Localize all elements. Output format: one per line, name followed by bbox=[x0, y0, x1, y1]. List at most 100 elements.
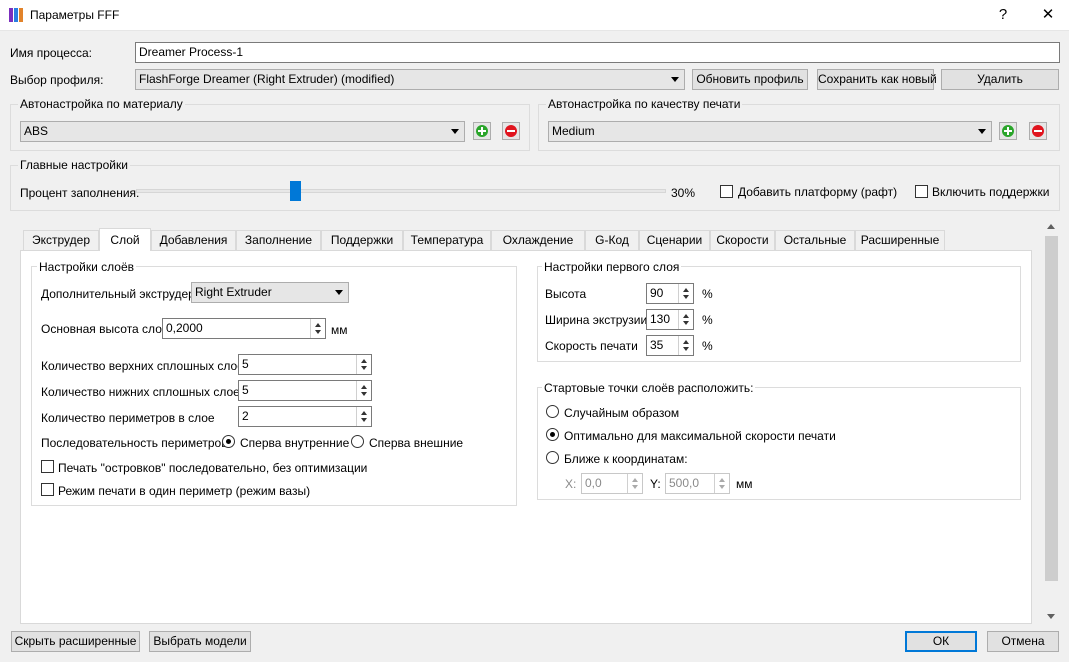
cancel-button[interactable]: Отмена bbox=[987, 631, 1059, 652]
infill-label: Процент заполнения: bbox=[20, 186, 140, 200]
process-name-input[interactable]: Dreamer Process-1 bbox=[135, 42, 1060, 63]
spinner-icon[interactable] bbox=[678, 336, 693, 355]
plus-icon bbox=[1002, 125, 1014, 137]
first-layer-title: Настройки первого слоя bbox=[542, 260, 682, 274]
spinner-icon[interactable] bbox=[714, 474, 729, 493]
spinner-icon[interactable] bbox=[678, 284, 693, 303]
main-settings-group bbox=[10, 165, 1060, 211]
start-optimal-label: Оптимально для максимальной скорости печ… bbox=[564, 429, 836, 443]
infill-slider-track[interactable] bbox=[136, 189, 666, 193]
spinner-icon[interactable] bbox=[356, 407, 371, 426]
first-width-unit: % bbox=[702, 313, 713, 327]
profile-select[interactable]: FlashForge Dreamer (Right Extruder) (mod… bbox=[135, 69, 685, 90]
perimeters-input[interactable]: 2 bbox=[238, 406, 372, 427]
first-speed-input[interactable]: 35 bbox=[646, 335, 694, 356]
infill-value: 30% bbox=[671, 186, 696, 200]
sequence-outer-radio[interactable] bbox=[351, 435, 364, 448]
y-coord-label: Y: bbox=[650, 477, 661, 491]
remove-quality-button[interactable] bbox=[1029, 122, 1047, 140]
vertical-scrollbar[interactable] bbox=[1043, 220, 1060, 624]
remove-material-button[interactable] bbox=[502, 122, 520, 140]
raft-checkbox[interactable] bbox=[720, 185, 733, 198]
scrollbar-thumb[interactable] bbox=[1045, 236, 1058, 581]
spinner-icon[interactable] bbox=[627, 474, 642, 493]
tab-1[interactable]: Слой bbox=[99, 228, 151, 251]
main-settings-title: Главные настройки bbox=[18, 158, 130, 172]
chevron-down-icon bbox=[978, 129, 986, 134]
x-coord-value: 0,0 bbox=[585, 476, 602, 490]
quality-select-value: Medium bbox=[552, 124, 595, 138]
start-random-label: Случайным образом bbox=[564, 406, 680, 420]
bottom-layers-label: Количество нижних сплошных слоев bbox=[41, 385, 247, 399]
close-button[interactable]: ✕ bbox=[1033, 4, 1063, 26]
profile-select-value: FlashForge Dreamer (Right Extruder) (mod… bbox=[139, 72, 395, 86]
minus-icon bbox=[1032, 125, 1044, 137]
bottom-layers-input[interactable]: 5 bbox=[238, 380, 372, 401]
tab-2[interactable]: Добавления bbox=[151, 230, 236, 250]
help-button[interactable]: ? bbox=[988, 4, 1018, 26]
sequence-inner-radio[interactable] bbox=[222, 435, 235, 448]
tab-3[interactable]: Заполнение bbox=[236, 230, 321, 250]
extra-extruder-select[interactable]: Right Extruder bbox=[191, 282, 349, 303]
first-speed-unit: % bbox=[702, 339, 713, 353]
plus-icon bbox=[476, 125, 488, 137]
ok-button[interactable]: ОК bbox=[905, 631, 977, 652]
spinner-icon[interactable] bbox=[356, 381, 371, 400]
start-optimal-radio[interactable] bbox=[546, 428, 559, 441]
tab-4[interactable]: Поддержки bbox=[321, 230, 403, 250]
tab-11[interactable]: Расширенные bbox=[855, 230, 945, 250]
tab-9[interactable]: Скорости bbox=[710, 230, 775, 250]
sequence-inner-label: Сперва внутренние bbox=[240, 436, 350, 450]
layer-settings-title: Настройки слоёв bbox=[37, 260, 137, 274]
tab-6[interactable]: Охлаждение bbox=[491, 230, 585, 250]
tab-0[interactable]: Экструдер bbox=[23, 230, 99, 250]
spinner-icon[interactable] bbox=[678, 310, 693, 329]
material-select[interactable]: ABS bbox=[20, 121, 465, 142]
select-models-button[interactable]: Выбрать модели bbox=[149, 631, 251, 652]
top-layers-input[interactable]: 5 bbox=[238, 354, 372, 375]
quality-group-title: Автонастройка по качеству печати bbox=[546, 97, 743, 111]
first-speed-label: Скорость печати bbox=[545, 339, 638, 353]
raft-label: Добавить платформу (рафт) bbox=[738, 185, 898, 199]
extra-extruder-label: Дополнительный экструдер bbox=[41, 287, 195, 301]
top-layers-value: 5 bbox=[242, 357, 249, 371]
add-material-button[interactable] bbox=[473, 122, 491, 140]
sequence-label: Последовательность периметров: bbox=[41, 436, 231, 450]
first-width-input[interactable]: 130 bbox=[646, 309, 694, 330]
infill-slider-thumb[interactable] bbox=[290, 181, 301, 201]
add-quality-button[interactable] bbox=[999, 122, 1017, 140]
tab-8[interactable]: Сценарии bbox=[639, 230, 710, 250]
sequence-outer-label: Сперва внешние bbox=[369, 436, 464, 450]
y-coord-input[interactable]: 500,0 bbox=[665, 473, 730, 494]
title-bar: Параметры FFF ? ✕ bbox=[0, 0, 1069, 31]
tab-7[interactable]: G-Код bbox=[585, 230, 639, 250]
tab-5[interactable]: Температура bbox=[403, 230, 491, 250]
layer-height-input[interactable]: 0,2000 bbox=[162, 318, 326, 339]
first-height-input[interactable]: 90 bbox=[646, 283, 694, 304]
spinner-icon[interactable] bbox=[310, 319, 325, 338]
hide-advanced-button[interactable]: Скрыть расширенные bbox=[11, 631, 140, 652]
perimeters-value: 2 bbox=[242, 409, 249, 423]
first-height-value: 90 bbox=[650, 286, 664, 300]
x-coord-input[interactable]: 0,0 bbox=[581, 473, 643, 494]
tab-10[interactable]: Остальные bbox=[775, 230, 855, 250]
update-profile-button[interactable]: Обновить профиль bbox=[692, 69, 808, 90]
spinner-icon[interactable] bbox=[356, 355, 371, 374]
top-layers-label: Количество верхних сплошных слоёв bbox=[41, 359, 251, 373]
vase-label: Режим печати в один периметр (режим вазы… bbox=[58, 484, 311, 498]
delete-profile-button[interactable]: Удалить bbox=[941, 69, 1059, 90]
material-select-value: ABS bbox=[24, 124, 49, 138]
islands-checkbox[interactable] bbox=[41, 460, 54, 473]
quality-select[interactable]: Medium bbox=[548, 121, 992, 142]
app-icon bbox=[9, 8, 23, 22]
scroll-up-icon[interactable] bbox=[1047, 224, 1055, 229]
start-random-radio[interactable] bbox=[546, 405, 559, 418]
start-nearest-radio[interactable] bbox=[546, 451, 559, 464]
supports-checkbox[interactable] bbox=[915, 185, 928, 198]
layer-height-unit: мм bbox=[331, 323, 348, 337]
layer-height-value: 0,2000 bbox=[166, 321, 203, 335]
save-as-new-button[interactable]: Сохранить как новый bbox=[817, 69, 937, 90]
vase-checkbox[interactable] bbox=[41, 483, 54, 496]
first-height-label: Высота bbox=[545, 287, 587, 301]
scroll-down-icon[interactable] bbox=[1047, 614, 1055, 619]
